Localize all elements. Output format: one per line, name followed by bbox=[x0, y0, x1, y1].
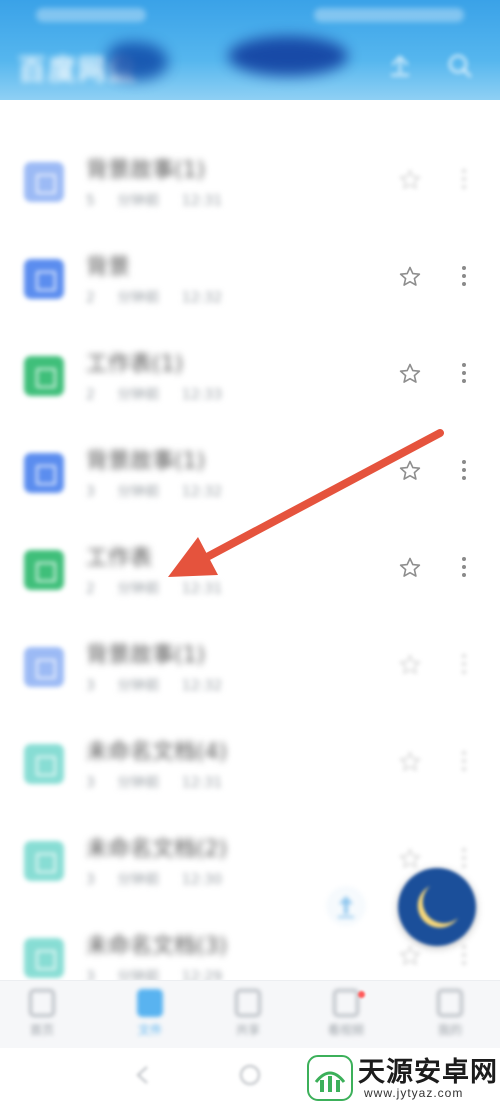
star-icon[interactable] bbox=[398, 750, 422, 774]
tab-share[interactable]: 共享 bbox=[208, 989, 288, 1045]
notification-badge bbox=[358, 991, 365, 998]
spreadsheet-icon bbox=[24, 356, 64, 396]
document-icon bbox=[24, 259, 64, 299]
document-icon bbox=[24, 744, 64, 784]
watermark-text: 天源安卓网 bbox=[358, 1057, 498, 1088]
tab-video[interactable]: 看视频 bbox=[306, 989, 386, 1045]
document-icon bbox=[24, 841, 64, 881]
file-meta: 3 分钟前 12:29 bbox=[86, 969, 223, 980]
file-name: 背景 bbox=[86, 255, 131, 280]
file-meta: 3 分钟前 12:32 bbox=[86, 678, 223, 694]
tab-label: 我的 bbox=[437, 1023, 462, 1037]
more-options-icon[interactable] bbox=[458, 749, 470, 773]
document-icon bbox=[24, 162, 64, 202]
file-list: 背景故事(1) 5 分钟前 12:31 背景 2 分钟前 12:32 工作表(1) 2 分… bbox=[0, 100, 500, 980]
file-row[interactable]: 工作表(1) 2 分钟前 12:33 bbox=[0, 324, 500, 421]
bottom-nav: 首页 文件 共享 看视频 我的 bbox=[0, 980, 500, 1048]
file-name: 背景故事(1) bbox=[86, 643, 206, 668]
tab-label: 共享 bbox=[235, 1023, 260, 1037]
more-options-icon[interactable] bbox=[458, 652, 470, 676]
file-meta: 3 分钟前 12:30 bbox=[86, 872, 223, 888]
night-mode-button[interactable] bbox=[398, 868, 476, 946]
file-name: 未命名文档(3) bbox=[86, 934, 228, 959]
file-name: 工作表 bbox=[86, 546, 153, 571]
file-row[interactable]: 未命名文档(4) 3 分钟前 12:31 bbox=[0, 712, 500, 809]
file-row[interactable]: 背景故事(1) 3 分钟前 12:32 bbox=[0, 615, 500, 712]
file-meta: 3 分钟前 12:31 bbox=[86, 775, 223, 791]
file-meta: 2 分钟前 12:31 bbox=[86, 581, 223, 597]
watermark-logo-icon bbox=[306, 1054, 354, 1102]
tab-label: 看视频 bbox=[327, 1023, 364, 1037]
upload-icon[interactable] bbox=[386, 52, 414, 80]
file-meta: 5 分钟前 12:31 bbox=[86, 193, 223, 209]
document-icon bbox=[24, 647, 64, 687]
more-options-icon[interactable] bbox=[458, 361, 470, 385]
file-name: 未命名文档(2) bbox=[86, 837, 228, 862]
star-icon[interactable] bbox=[398, 265, 422, 289]
star-icon[interactable] bbox=[398, 362, 422, 386]
star-icon[interactable] bbox=[398, 459, 422, 483]
more-options-icon[interactable] bbox=[458, 846, 470, 870]
video-icon bbox=[333, 989, 359, 1017]
star-icon[interactable] bbox=[398, 556, 422, 580]
profile-icon bbox=[437, 989, 463, 1017]
more-options-icon[interactable] bbox=[458, 555, 470, 579]
file-meta: 2 分钟前 12:33 bbox=[86, 387, 223, 403]
spreadsheet-icon bbox=[24, 550, 64, 590]
status-bar-right bbox=[314, 8, 464, 22]
file-meta: 3 分钟前 12:32 bbox=[86, 484, 223, 500]
folder-icon bbox=[137, 989, 163, 1017]
search-icon[interactable] bbox=[446, 52, 474, 80]
star-icon[interactable] bbox=[398, 653, 422, 677]
tab-profile[interactable]: 我的 bbox=[410, 989, 490, 1045]
document-icon bbox=[24, 938, 64, 978]
watermark-url: www.jytyaz.com bbox=[364, 1086, 464, 1100]
file-name: 工作表(1) bbox=[86, 352, 184, 377]
file-meta: 2 分钟前 12:32 bbox=[86, 290, 223, 306]
home-icon bbox=[29, 989, 55, 1017]
share-icon bbox=[235, 989, 261, 1017]
home-circle-icon[interactable] bbox=[237, 1062, 263, 1088]
file-row[interactable]: 工作表 2 分钟前 12:31 bbox=[0, 518, 500, 615]
tab-label: 首页 bbox=[29, 1023, 54, 1037]
app-header: 百度网盘 bbox=[0, 0, 500, 100]
file-row[interactable]: 背景故事(1) 5 分钟前 12:31 bbox=[0, 130, 500, 227]
star-icon[interactable] bbox=[398, 944, 422, 968]
moon-icon bbox=[417, 886, 458, 928]
redaction-mask bbox=[228, 36, 348, 76]
tab-home[interactable]: 首页 bbox=[2, 989, 82, 1045]
file-row[interactable]: 背景 2 分钟前 12:32 bbox=[0, 227, 500, 324]
redaction-mask bbox=[108, 42, 168, 80]
document-icon bbox=[24, 453, 64, 493]
status-bar-left bbox=[36, 8, 146, 22]
tab-label: 文件 bbox=[137, 1023, 162, 1037]
file-name: 背景故事(1) bbox=[86, 158, 206, 183]
file-name: 背景故事(1) bbox=[86, 449, 206, 474]
more-options-icon[interactable] bbox=[458, 458, 470, 482]
file-row[interactable]: 背景故事(1) 3 分钟前 12:32 bbox=[0, 421, 500, 518]
watermark: 天源安卓网 www.jytyaz.com bbox=[306, 1048, 498, 1108]
more-options-icon[interactable] bbox=[458, 943, 470, 967]
file-name: 未命名文档(4) bbox=[86, 740, 228, 765]
back-icon[interactable] bbox=[130, 1062, 156, 1088]
tab-files[interactable]: 文件 bbox=[110, 989, 190, 1045]
transfer-icon[interactable] bbox=[326, 886, 366, 926]
more-options-icon[interactable] bbox=[458, 264, 470, 288]
star-icon[interactable] bbox=[398, 168, 422, 192]
more-options-icon[interactable] bbox=[458, 167, 470, 191]
